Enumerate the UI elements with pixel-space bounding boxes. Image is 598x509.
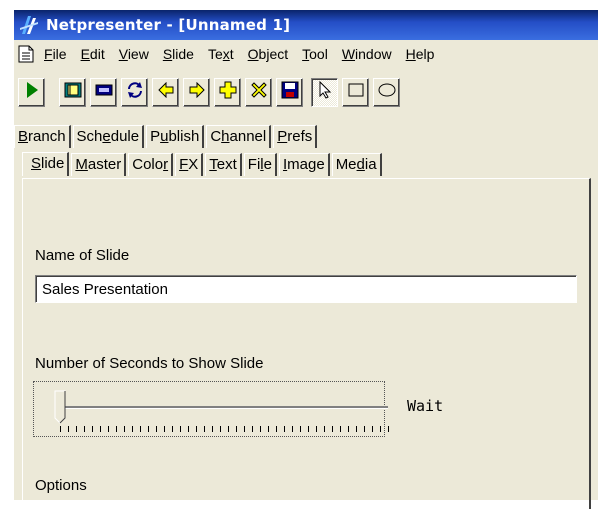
play-icon xyxy=(25,81,39,103)
seconds-label: Number of Seconds to Show Slide xyxy=(35,355,264,372)
menu-window[interactable]: Window xyxy=(342,46,392,62)
ellipse-icon xyxy=(378,83,396,101)
rectangle-tool-button[interactable] xyxy=(342,77,369,107)
slider-track xyxy=(62,406,388,409)
save-button[interactable] xyxy=(276,77,303,107)
tab-prefs[interactable]: Prefs xyxy=(273,125,318,148)
play-button[interactable] xyxy=(18,77,45,107)
netpresenter-logo-icon xyxy=(18,14,40,36)
menu-view[interactable]: View xyxy=(119,46,149,62)
tab-master[interactable]: Master xyxy=(71,153,127,176)
title-bar[interactable]: Netpresenter - [Unnamed 1] xyxy=(14,10,598,40)
tab-color[interactable]: Color xyxy=(128,153,174,176)
refresh-button[interactable] xyxy=(121,77,148,107)
menu-text[interactable]: Text xyxy=(208,46,234,62)
menu-file[interactable]: File xyxy=(44,46,67,62)
slider-thumb[interactable] xyxy=(54,390,66,424)
menu-help[interactable]: Help xyxy=(406,46,435,62)
screen-button[interactable] xyxy=(90,77,117,107)
tab-file[interactable]: File xyxy=(243,153,277,176)
screen-icon xyxy=(95,83,113,101)
menu-edit[interactable]: Edit xyxy=(81,46,105,62)
rectangle-icon xyxy=(348,83,364,101)
tab-fx[interactable]: FX xyxy=(175,153,204,176)
save-icon xyxy=(281,81,299,103)
tab-branch[interactable]: Branch xyxy=(14,125,71,148)
top-tab-row: Branch Schedule Publish Channel Prefs xyxy=(14,122,319,148)
delete-icon xyxy=(250,81,268,103)
ellipse-tool-button[interactable] xyxy=(373,77,400,107)
right-arrow-icon xyxy=(189,81,205,102)
previous-slide-button[interactable] xyxy=(152,77,179,107)
refresh-icon xyxy=(126,81,144,103)
add-slide-button[interactable] xyxy=(214,77,241,107)
window-title: Netpresenter - [Unnamed 1] xyxy=(46,16,291,34)
tab-slide[interactable]: Slide xyxy=(22,152,70,176)
menu-object[interactable]: Object xyxy=(248,46,288,62)
seconds-slider[interactable] xyxy=(33,381,390,437)
tab-publish[interactable]: Publish xyxy=(146,125,205,148)
slide-name-input[interactable]: Sales Presentation xyxy=(35,275,577,303)
tab-schedule[interactable]: Schedule xyxy=(72,125,145,148)
slide-name-value: Sales Presentation xyxy=(42,280,168,298)
open-slide-button[interactable] xyxy=(59,77,86,107)
bottom-tab-row: Slide Master Color FX Text File Image Me… xyxy=(22,150,384,176)
add-icon xyxy=(219,81,237,103)
app-window: Netpresenter - [Unnamed 1] File Edit Vie… xyxy=(14,10,598,509)
menu-tool[interactable]: Tool xyxy=(302,46,328,62)
name-of-slide-label: Name of Slide xyxy=(35,247,130,264)
pointer-tool-button[interactable] xyxy=(311,77,338,107)
tab-channel[interactable]: Channel xyxy=(206,125,272,148)
menu-slide[interactable]: Slide xyxy=(163,46,194,62)
left-arrow-icon xyxy=(157,81,174,102)
tab-media[interactable]: Media xyxy=(331,153,382,176)
toolbar xyxy=(14,72,598,112)
slider-ticks xyxy=(60,426,390,432)
open-slide-icon xyxy=(64,82,82,102)
menu-bar: File Edit View Slide Text Object Tool Wi… xyxy=(14,40,598,68)
tab-image[interactable]: Image xyxy=(278,153,330,176)
seconds-value: Wait xyxy=(407,397,444,415)
pointer-icon xyxy=(318,80,332,103)
delete-slide-button[interactable] xyxy=(245,77,272,107)
document-icon[interactable] xyxy=(18,45,36,63)
toolbar-separator xyxy=(49,77,59,107)
tab-text[interactable]: Text xyxy=(205,153,242,176)
options-label: Options xyxy=(35,477,87,494)
next-slide-button[interactable] xyxy=(183,77,210,107)
slide-panel: Name of Slide Sales Presentation Number … xyxy=(22,178,591,509)
